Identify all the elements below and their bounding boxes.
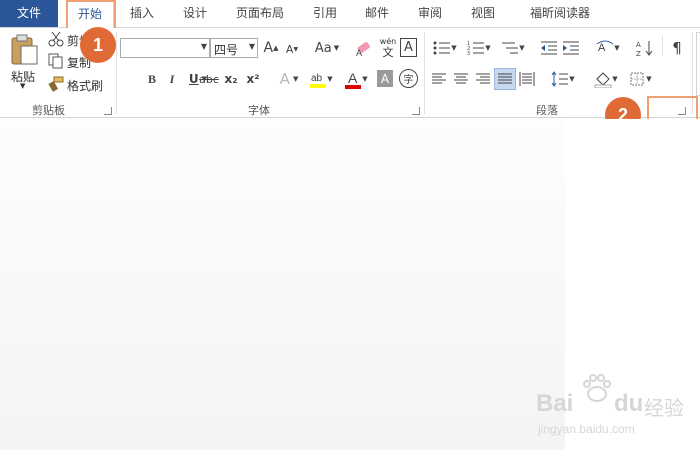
change-case-button[interactable]: Aa ▼ bbox=[312, 38, 342, 58]
watermark-brand: Bai bbox=[536, 390, 574, 417]
group-separator bbox=[424, 32, 425, 114]
chevron-down-icon: ▼ bbox=[519, 44, 525, 52]
watermark-url: jingyan.baidu.com bbox=[538, 422, 635, 436]
svg-text:Z: Z bbox=[636, 50, 641, 57]
step-badge-1: 1 bbox=[80, 27, 116, 63]
watermark-brand-du: du bbox=[614, 390, 644, 417]
tab-review[interactable]: 审阅 bbox=[410, 0, 450, 27]
justify-icon[interactable] bbox=[494, 68, 516, 90]
paste-button[interactable]: 粘贴 ▼ bbox=[6, 32, 44, 92]
chevron-down-icon: ▼ bbox=[362, 75, 368, 83]
svg-text:A: A bbox=[348, 70, 358, 86]
chevron-down-icon: ▼ bbox=[614, 44, 620, 52]
chevron-down-icon: ▼ bbox=[248, 42, 255, 51]
enclose-characters-icon[interactable]: 字 bbox=[399, 69, 418, 88]
tab-mailings[interactable]: 邮件 bbox=[357, 0, 397, 27]
paw-logo-icon bbox=[583, 374, 611, 402]
chevron-down-icon: ▼ bbox=[327, 75, 333, 83]
baidu-watermark: Bai du 经验 jingyan.baidu.com bbox=[532, 374, 692, 444]
clipboard-group-label: 剪贴板 bbox=[32, 104, 65, 117]
line-spacing-icon[interactable]: ▼ bbox=[548, 69, 578, 89]
format-painter-icon bbox=[48, 76, 64, 92]
svg-text:A: A bbox=[356, 48, 362, 57]
format-painter-label: 格式刷 bbox=[67, 79, 104, 93]
subscript-button[interactable]: x₂ bbox=[222, 70, 240, 88]
styles-gallery-edge[interactable] bbox=[696, 32, 700, 96]
tab-design[interactable]: 设计 bbox=[175, 0, 215, 27]
enclose-char-label: 字 bbox=[403, 75, 414, 86]
align-right-icon[interactable] bbox=[474, 70, 492, 88]
show-hide-marks-icon[interactable]: ¶ bbox=[668, 38, 686, 58]
numbering-icon[interactable]: 123 ▼ bbox=[464, 38, 494, 58]
svg-text:3: 3 bbox=[467, 51, 470, 55]
font-size-value: 四号 bbox=[214, 43, 239, 57]
tab-references[interactable]: 引用 bbox=[305, 0, 345, 27]
character-border-icon[interactable]: A bbox=[400, 38, 417, 57]
tab-foxit-reader[interactable]: 福昕阅读器 bbox=[516, 0, 604, 27]
svg-text:ab: ab bbox=[311, 73, 323, 84]
svg-text:A: A bbox=[636, 41, 641, 49]
grow-font-icon[interactable]: A ▲ bbox=[262, 38, 280, 58]
chevron-down-icon: ▼ bbox=[646, 75, 652, 83]
clipboard-icon bbox=[11, 34, 38, 65]
copy-icon bbox=[48, 53, 63, 69]
chevron-down-icon: ▼ bbox=[333, 44, 340, 52]
increase-indent-icon[interactable] bbox=[562, 38, 580, 58]
sort-icon[interactable]: AZ bbox=[636, 38, 654, 58]
phonetic-guide-icon[interactable]: wén 文 bbox=[377, 36, 399, 62]
bullets-icon[interactable]: ▼ bbox=[430, 38, 460, 58]
text-effects-icon[interactable]: A ▼ bbox=[274, 69, 304, 89]
paragraph-group-label: 段落 bbox=[536, 104, 558, 117]
phonetic-bottom: 文 bbox=[382, 46, 394, 59]
strikethrough-button[interactable]: abc bbox=[198, 70, 220, 88]
align-center-icon[interactable] bbox=[452, 70, 470, 88]
tab-view[interactable]: 视图 bbox=[463, 0, 503, 27]
italic-button[interactable]: I bbox=[164, 70, 180, 88]
bold-button[interactable]: B bbox=[144, 70, 160, 88]
tab-file[interactable]: 文件 bbox=[0, 0, 58, 27]
clipboard-dialog-launcher-icon[interactable] bbox=[104, 107, 112, 115]
font-size-combo[interactable]: 四号 ▼ bbox=[210, 38, 258, 58]
multilevel-list-icon[interactable]: ▼ bbox=[498, 38, 528, 58]
font-color-icon[interactable]: A ▼ bbox=[341, 67, 371, 91]
watermark-cn: 经验 bbox=[644, 398, 684, 420]
chevron-down-icon: ▼ bbox=[20, 82, 26, 90]
superscript-button[interactable]: x² bbox=[244, 70, 262, 88]
tab-insert[interactable]: 插入 bbox=[122, 0, 162, 27]
svg-text:A: A bbox=[598, 42, 606, 54]
character-shading-label: A bbox=[380, 71, 390, 86]
clear-formatting-icon[interactable]: A bbox=[354, 38, 374, 58]
group-separator bbox=[116, 32, 117, 114]
chevron-down-icon: ▼ bbox=[485, 44, 491, 52]
tab-page-layout[interactable]: 页面布局 bbox=[228, 0, 292, 27]
chevron-down-icon: ▼ bbox=[451, 44, 457, 52]
chevron-down-icon: ▼ bbox=[569, 75, 575, 83]
highlight-box-home-tab bbox=[66, 0, 116, 31]
chevron-down-icon: ▼ bbox=[612, 75, 618, 83]
chevron-down-icon: ▼ bbox=[200, 42, 207, 51]
borders-icon[interactable]: ▼ bbox=[626, 70, 656, 88]
character-shading-icon[interactable]: A bbox=[377, 70, 393, 87]
align-left-icon[interactable] bbox=[430, 70, 448, 88]
group-separator bbox=[662, 36, 663, 56]
change-case-label: Aa bbox=[314, 40, 332, 56]
highlight-color-icon[interactable]: ab ▼ bbox=[306, 67, 336, 91]
font-dialog-launcher-icon[interactable] bbox=[412, 107, 420, 115]
chinese-layout-icon[interactable]: A ▼ bbox=[592, 38, 624, 58]
distributed-icon[interactable] bbox=[518, 70, 536, 88]
shading-icon[interactable]: ▼ bbox=[590, 68, 622, 90]
shrink-font-icon[interactable]: A ▼ bbox=[284, 40, 300, 58]
font-name-combo[interactable]: ▼ bbox=[120, 38, 210, 58]
font-group-label: 字体 bbox=[248, 104, 270, 117]
decrease-indent-icon[interactable] bbox=[540, 38, 558, 58]
character-border-label: A bbox=[404, 40, 413, 55]
scissors-icon bbox=[48, 31, 64, 47]
